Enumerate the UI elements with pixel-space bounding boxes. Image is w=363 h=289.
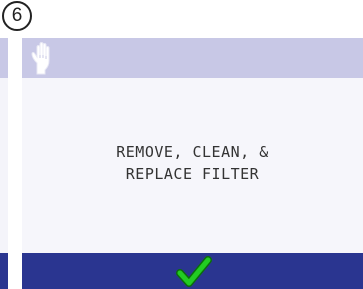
confirm-button[interactable] — [172, 256, 216, 288]
message-line-1: REMOVE, CLEAN, & — [116, 143, 269, 161]
adjacent-screen-header — [0, 38, 8, 78]
message-line-2: REPLACE FILTER — [125, 165, 260, 183]
adjacent-screen-edge — [0, 38, 8, 289]
instruction-figure: 6 REMOVE, CLEAN, & REPLACE FILTER — [0, 0, 363, 289]
hand-icon — [28, 41, 60, 75]
instruction-message: REMOVE, CLEAN, & REPLACE FILTER — [22, 141, 363, 185]
device-screen: REMOVE, CLEAN, & REPLACE FILTER — [22, 38, 363, 289]
screen-header — [22, 38, 363, 78]
checkmark-icon — [176, 256, 212, 287]
screen-footer — [22, 253, 363, 289]
adjacent-screen-body — [0, 78, 8, 253]
adjacent-screen-footer — [0, 253, 8, 289]
step-number-badge: 6 — [2, 1, 32, 31]
